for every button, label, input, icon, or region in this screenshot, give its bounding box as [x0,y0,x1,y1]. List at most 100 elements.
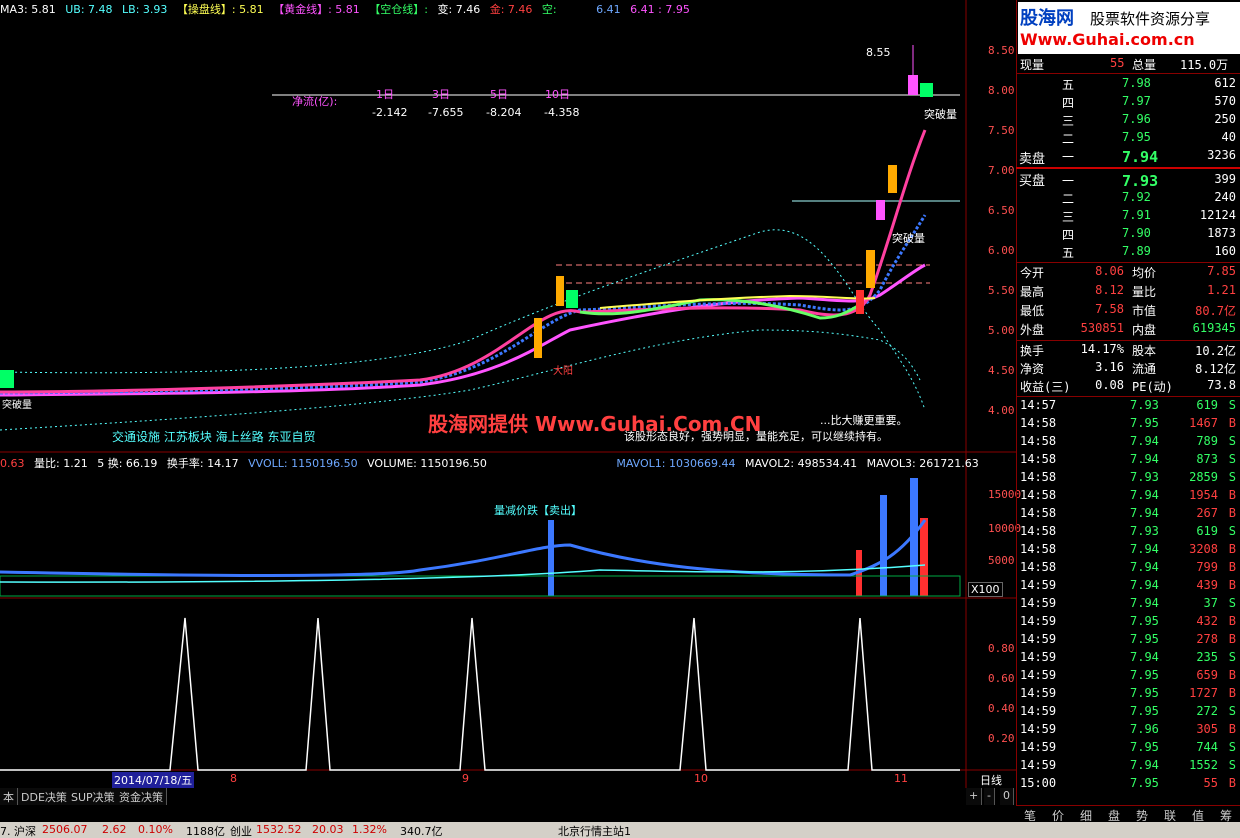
indicator-tick: 0.20 [988,732,1015,745]
xianliang-value: 55 [1110,56,1125,70]
zoom-reset-button[interactable]: 0 [1000,788,1014,805]
separator [1016,167,1240,169]
stat-row: 收益(三) 0.08 PE(动) 73.8 [1018,378,1240,395]
vol-a-value: 0.63 [0,457,25,470]
zoom-out-button[interactable]: - [984,788,995,805]
netflow-period-1: 1日 [376,88,394,101]
candle[interactable] [908,75,918,95]
level-volume: 12124 [1199,208,1236,222]
tupo-label-1: 突破量 [924,108,957,121]
tab-ben[interactable]: 本 [0,788,18,805]
buy-level-row[interactable]: 一 7.93 399 [1018,172,1240,190]
sector-tags: 交通设施 江苏板块 海上丝路 东亚自贸 [112,430,316,444]
tick-row[interactable]: 14:58 7.94 873 S [1018,452,1240,469]
tick-row[interactable]: 14:59 7.96 305 B [1018,722,1240,739]
tick-price: 7.93 [1130,470,1159,484]
stat-value: 8.06 [1095,264,1124,278]
tick-row[interactable]: 14:59 7.95 744 S [1018,740,1240,757]
candle[interactable] [866,250,875,288]
cy-percent: 1.32% [352,823,387,836]
price-tick: 5.00 [988,324,1015,337]
kline-chart-area[interactable]: MA3: 5.81 UB: 7.48 LB: 3.93 【操盘线】: 5.81 … [0,0,1021,812]
level-label: 三 [1062,210,1075,224]
tick-volume: 439 [1196,578,1218,592]
logo-name: 股海网 [1020,8,1074,29]
level-label: 一 [1062,150,1075,164]
month-label: 9 [462,772,469,785]
tab-sup[interactable]: SUP决策 [68,788,119,805]
tick-row[interactable]: 14:59 7.95 432 B [1018,614,1240,631]
buy-level-row[interactable]: 二 7.92 240 [1018,190,1240,207]
tick-time: 14:58 [1020,470,1057,484]
tick-row[interactable]: 14:59 7.94 439 B [1018,578,1240,595]
stat-key: 市值 [1132,304,1157,318]
stat-row: 外盘 530851 内盘 619345 [1018,321,1240,338]
candle[interactable] [856,290,864,314]
tab-dde[interactable]: DDE决策 [18,788,71,805]
tick-row[interactable]: 14:58 7.93 2859 S [1018,470,1240,487]
candle[interactable] [888,165,897,193]
stat-key: 外盘 [1020,323,1045,337]
candle[interactable] [556,276,564,306]
sell-level-row[interactable]: 二 7.95 40 [1018,130,1240,147]
tick-time: 14:58 [1020,452,1057,466]
tab-zijin[interactable]: 资金决策 [116,788,167,805]
cy-label: 创业 [230,825,252,838]
tick-price: 7.94 [1130,488,1159,502]
candle[interactable] [566,290,578,308]
sell-level-row[interactable]: 一 7.94 3236 [1018,148,1240,166]
level-volume: 570 [1214,94,1236,108]
kline-svg[interactable] [0,0,1016,812]
tick-side: S [1228,758,1236,772]
period-selector[interactable]: 日线 [980,772,1002,788]
level-volume: 240 [1214,190,1236,204]
tick-row[interactable]: 14:58 7.94 1954 B [1018,488,1240,505]
stat-key: 换手 [1020,344,1045,358]
tick-row[interactable]: 14:59 7.94 1552 S [1018,758,1240,775]
level-volume: 250 [1214,112,1236,126]
sell-level-row[interactable]: 五 7.98 612 [1018,76,1240,93]
stat-value: 530851 [1080,321,1124,335]
tick-row[interactable]: 14:59 7.95 659 B [1018,668,1240,685]
tick-price: 7.96 [1130,722,1159,736]
v1-value: 6.41 [596,3,621,16]
stat-value: 73.8 [1207,378,1236,392]
candle[interactable] [920,83,933,97]
ma-line-blue [0,214,927,395]
buy-level-row[interactable]: 三 7.91 12124 [1018,208,1240,225]
tick-row[interactable]: 14:59 7.94 37 S [1018,596,1240,613]
zoom-in-button[interactable]: + [966,788,983,805]
tick-row[interactable]: 14:58 7.95 1467 B [1018,416,1240,433]
sell-level-row[interactable]: 三 7.96 250 [1018,112,1240,129]
sell-level-row[interactable]: 四 7.97 570 [1018,94,1240,111]
quote-tab-bar: 笔价细盘势联值筹 [1016,805,1240,823]
tick-volume: 55 [1203,776,1218,790]
sh-amount: 1188亿 [186,825,225,838]
buy-level-row[interactable]: 四 7.90 1873 [1018,226,1240,243]
netflow-label: 净流(亿): [292,95,338,108]
tick-row[interactable]: 14:59 7.94 235 S [1018,650,1240,667]
tick-row[interactable]: 14:59 7.95 278 B [1018,632,1240,649]
tick-time: 14:59 [1020,578,1057,592]
tick-row[interactable]: 14:59 7.95 1727 B [1018,686,1240,703]
tick-row[interactable]: 14:58 7.94 789 S [1018,434,1240,451]
tick-side: B [1228,668,1236,682]
tick-row[interactable]: 15:00 7.95 55 B [1018,776,1240,793]
tick-row[interactable]: 14:58 7.93 619 S [1018,524,1240,541]
buy-level-row[interactable]: 五 7.89 160 [1018,244,1240,261]
server-name[interactable]: 北京行情主站1 [558,823,631,838]
tick-row[interactable]: 14:57 7.93 619 S [1018,398,1240,415]
tick-row[interactable]: 14:58 7.94 267 B [1018,506,1240,523]
ma-line-magenta [0,263,926,397]
tick-row[interactable]: 14:58 7.94 799 B [1018,560,1240,577]
tick-row[interactable]: 14:58 7.94 3208 B [1018,542,1240,559]
candle[interactable] [534,318,542,358]
comment-line-2: 该股形态良好，强势明显，量能充足，可以继续持有。 [624,430,888,443]
tick-price: 7.95 [1130,668,1159,682]
stat-row: 净资 3.16 流通 8.12亿 [1018,360,1240,377]
tick-volume: 37 [1203,596,1218,610]
candle[interactable] [0,370,14,388]
stat-value: 10.2亿 [1195,344,1236,358]
tick-row[interactable]: 14:59 7.95 272 S [1018,704,1240,721]
candle[interactable] [876,200,885,220]
